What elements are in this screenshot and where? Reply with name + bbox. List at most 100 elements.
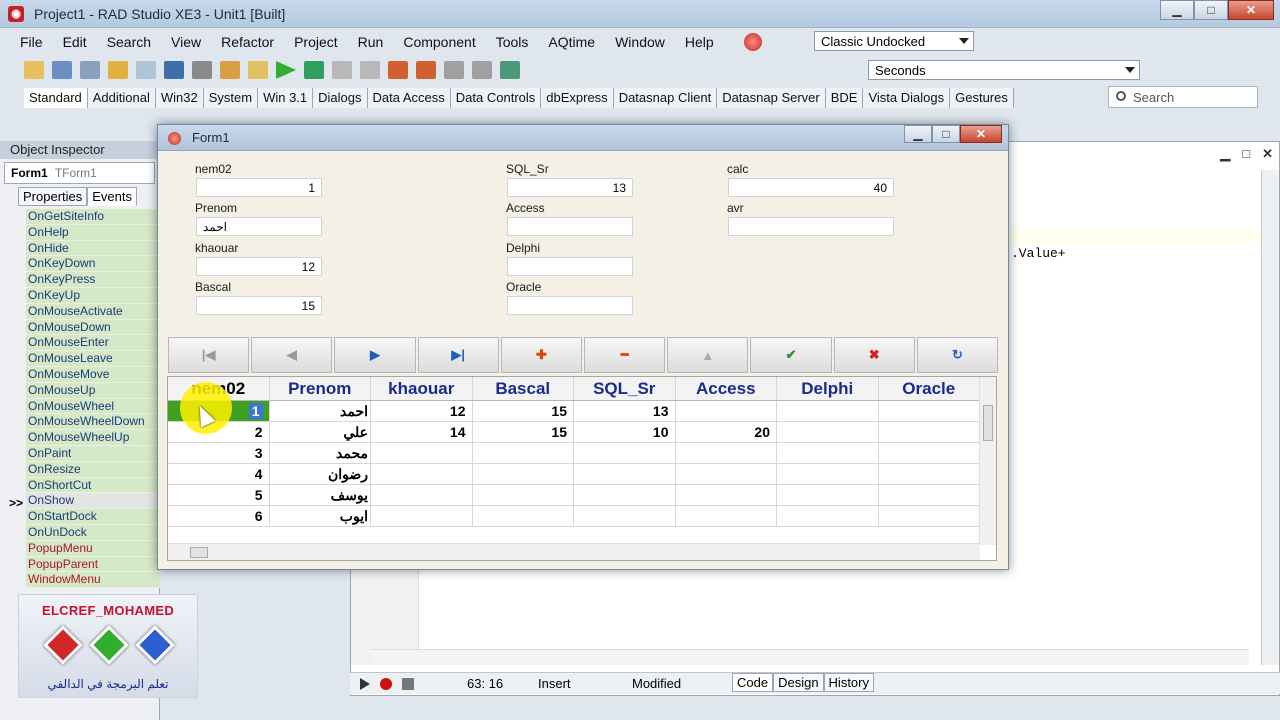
tab-standard[interactable]: Standard [24,88,88,108]
grid-cell[interactable] [371,464,473,484]
grid-cell[interactable] [879,401,980,421]
grid-cell[interactable] [574,443,676,463]
grid-cell[interactable]: 4 [168,464,270,484]
grid-cell[interactable] [473,443,574,463]
grid-cell[interactable] [676,506,777,526]
record-macro-icon[interactable] [380,678,392,690]
edit-bascal[interactable]: 15 [196,296,322,315]
tab-win31[interactable]: Win 3.1 [258,88,314,108]
grid-cell[interactable]: ايوب [270,506,371,526]
grid-cell[interactable] [777,443,879,463]
grid-cell[interactable] [879,443,980,463]
nav-next-button[interactable]: ▶ [334,337,416,373]
event-item[interactable]: OnHide [26,240,160,257]
play-macro-icon[interactable] [360,678,370,690]
event-item[interactable]: OnUnDock [26,524,160,541]
run-icon[interactable] [276,61,296,79]
grid-cell[interactable] [777,485,879,505]
event-item[interactable]: OnStartDock [26,509,160,525]
add-file-icon[interactable] [220,61,240,79]
event-item[interactable]: PopupParent [26,556,160,573]
grid-cell[interactable]: رضوان [270,464,371,484]
grid-horizontal-scrollbar[interactable] [168,543,980,560]
save-all-icon[interactable] [80,61,100,79]
grid-hscroll-thumb[interactable] [190,547,208,558]
menu-view[interactable]: View [161,34,211,50]
open-icon[interactable] [52,61,72,79]
disk-icon[interactable] [164,61,184,79]
form-close-button[interactable]: ✕ [960,125,1002,143]
nav-cancel-button[interactable]: ✖ [833,337,915,373]
table-row[interactable]: 6 ايوب [168,506,996,527]
edit-delphi[interactable] [507,257,633,276]
menu-refactor[interactable]: Refactor [211,34,284,50]
run-debug-icon[interactable] [304,61,324,79]
tab-win32[interactable]: Win32 [155,88,204,108]
step-over-icon[interactable] [416,61,436,79]
grid-cell[interactable]: علي [270,422,371,442]
event-item[interactable]: OnMouseLeave [26,351,160,367]
nav-prior-button[interactable]: ◀ [251,337,333,373]
tab-dbexpress[interactable]: dbExpress [541,88,614,108]
grid-column-header[interactable]: Oracle [879,377,980,400]
grid-cell[interactable] [676,443,777,463]
tab-code[interactable]: Code [732,673,774,692]
grid-cell[interactable] [574,485,676,505]
event-item[interactable]: OnShortCut [26,477,160,494]
event-item[interactable]: OnMouseUp [26,382,160,399]
editor-maximize-button[interactable]: □ [1242,146,1250,162]
stop-macro-icon[interactable] [402,678,414,690]
grid-cell[interactable] [676,485,777,505]
grid-cell[interactable] [879,464,980,484]
grid-cell[interactable] [879,485,980,505]
event-item[interactable]: OnKeyUp [26,287,160,304]
menu-edit[interactable]: Edit [53,34,97,50]
event-item[interactable]: OnMouseEnter [26,335,160,352]
table-row[interactable]: 5 يوسف [168,485,996,506]
grid-cell[interactable] [777,422,879,442]
nav-first-button[interactable]: |◀ [168,337,250,373]
edit-avr[interactable] [728,217,894,236]
grid-cell[interactable]: 15 [473,422,574,442]
grid-cell[interactable]: محمد [270,443,371,463]
nav-edit-button[interactable]: ▲ [667,337,749,373]
grid-cell[interactable] [777,464,879,484]
event-item[interactable]: OnGetSiteInfo [26,209,160,225]
tab-data-access[interactable]: Data Access [367,88,451,108]
grid-cell[interactable] [371,485,473,505]
tab-vista-dialogs[interactable]: Vista Dialogs [863,88,951,108]
grid-cell[interactable] [574,506,676,526]
editor-minimize-button[interactable]: ▁ [1220,146,1230,162]
tab-datasnap-server[interactable]: Datasnap Server [717,88,826,108]
grid-column-header[interactable]: Access [676,377,777,400]
help-globe-icon[interactable] [743,33,762,51]
grid-cell[interactable] [473,506,574,526]
grid-cell[interactable]: 6 [168,506,270,526]
event-item[interactable]: OnShow [26,493,160,510]
step-into-icon[interactable] [388,61,408,79]
edit-khaouar[interactable]: 12 [196,257,322,276]
stop-icon[interactable] [360,61,380,79]
menu-help[interactable]: Help [675,34,724,50]
event-item[interactable]: WindowMenu [26,572,160,589]
edit-access[interactable] [507,217,633,236]
form-maximize-button[interactable]: □ [932,125,960,143]
nav-refresh-button[interactable]: ↻ [916,337,999,373]
table-row[interactable]: 1 احمد 12 15 13 [168,401,996,422]
grid-cell[interactable] [777,401,879,421]
tab-properties[interactable]: Properties [18,187,88,206]
menu-file[interactable]: File [10,34,53,50]
event-item[interactable]: OnMouseWheel [26,398,160,415]
tab-data-controls[interactable]: Data Controls [450,88,542,108]
event-item[interactable]: OnHelp [26,224,160,241]
ide-search-input[interactable]: Search [1108,86,1258,108]
grid-cell[interactable]: 13 [574,401,676,421]
tab-system[interactable]: System [203,88,259,108]
menu-run[interactable]: Run [348,34,394,50]
grid-cell[interactable]: احمد [270,401,371,421]
tab-bde[interactable]: BDE [825,88,864,108]
print-icon[interactable] [192,61,212,79]
grid-vscroll-thumb[interactable] [983,405,993,441]
editor-horizontal-scrollbar[interactable] [371,649,1249,665]
pause-icon[interactable] [332,61,352,79]
